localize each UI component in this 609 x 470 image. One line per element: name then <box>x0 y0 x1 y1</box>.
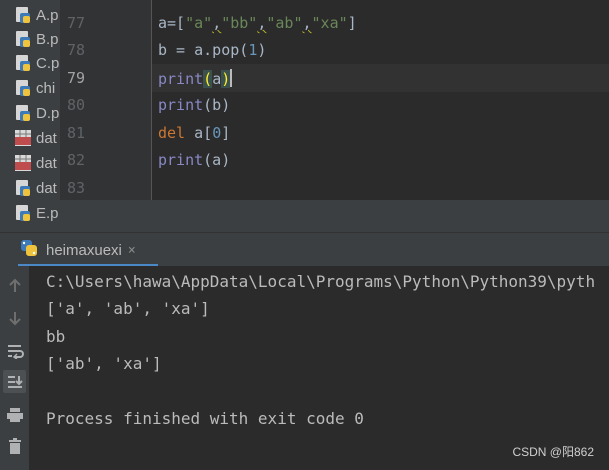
console-line: bb <box>46 327 66 346</box>
code-line-77[interactable]: a=["a","bb","ab","xa"] <box>158 14 357 32</box>
run-tab[interactable]: heimaxuexi × <box>20 233 136 267</box>
line-number-current: 79 <box>67 69 86 87</box>
string-literal: "xa" <box>311 14 348 32</box>
line-number: 80 <box>67 96 86 114</box>
tree-item[interactable]: C.p <box>14 53 60 73</box>
console-line: ['ab', 'xa'] <box>46 354 162 373</box>
line-number: 82 <box>67 151 86 169</box>
code-editor[interactable]: a=["a","bb","ab","xa"] b = a.pop(1) prin… <box>152 0 609 200</box>
code-token: (a) <box>203 151 231 169</box>
code-token: ) <box>257 41 267 59</box>
comma-warning: , <box>212 14 222 32</box>
console-output[interactable]: C:\Users\hawa\AppData\Local\Programs\Pyt… <box>29 266 609 470</box>
tree-item[interactable]: B.p <box>14 29 60 49</box>
soft-wrap-icon[interactable] <box>4 340 25 361</box>
number-literal: 0 <box>212 124 222 142</box>
code-line-79[interactable]: print(a) <box>158 69 233 88</box>
tree-item-label: D.p <box>36 104 60 122</box>
string-literal: "a" <box>185 14 213 32</box>
close-icon[interactable]: × <box>128 243 136 258</box>
editor-gutter: 77 78 79 80 81 82 83 <box>60 0 152 200</box>
python-file-icon <box>14 104 32 122</box>
tree-item-label: chi <box>36 79 56 97</box>
code-line-78[interactable]: b = a.pop(1) <box>158 41 266 59</box>
print-icon[interactable] <box>4 404 25 425</box>
python-run-icon <box>20 239 38 261</box>
console-exit-message: Process finished with exit code 0 <box>46 409 364 428</box>
tree-item-label: A.p <box>36 6 59 24</box>
tree-item-label: dat <box>36 154 57 172</box>
project-tree: A.p B.p C.p chi D.p dat dat dat E.p <box>0 0 60 232</box>
down-arrow-icon[interactable] <box>4 307 25 328</box>
string-literal: "bb" <box>221 14 258 32</box>
console-line: C:\Users\hawa\AppData\Local\Programs\Pyt… <box>46 272 596 291</box>
tree-item[interactable]: dat <box>14 128 60 148</box>
watermark: CSDN @阳862 <box>512 445 594 459</box>
line-number: 81 <box>67 124 86 142</box>
code-token: a[ <box>185 124 213 142</box>
code-token: a=[ <box>158 14 186 32</box>
builtin-keyword: print <box>158 151 204 169</box>
line-number: 77 <box>67 14 86 32</box>
python-file-icon <box>14 54 32 72</box>
python-file-icon <box>14 30 32 48</box>
code-line-82[interactable]: print(a) <box>158 151 230 169</box>
run-tool-window-header: heimaxuexi × <box>0 232 609 267</box>
matched-brace: ( <box>203 70 213 88</box>
code-token: a <box>212 70 222 88</box>
tree-item[interactable]: E.p <box>14 203 60 223</box>
tree-item-label: dat <box>36 179 57 197</box>
csv-file-icon <box>14 129 32 147</box>
python-file-icon <box>14 79 32 97</box>
tree-item[interactable]: A.p <box>14 5 60 25</box>
tree-item[interactable]: chi <box>14 78 60 98</box>
tree-item-label: E.p <box>36 204 59 222</box>
up-arrow-icon[interactable] <box>4 275 25 296</box>
builtin-keyword: print <box>158 96 204 114</box>
string-literal: "ab" <box>266 14 303 32</box>
code-token: b = a.pop( <box>158 41 249 59</box>
editor-scroll-area <box>60 200 609 232</box>
tree-item-label: B.p <box>36 30 59 48</box>
console-toolbar <box>0 266 29 470</box>
scroll-to-end-icon[interactable] <box>3 370 26 393</box>
code-token: ] <box>221 124 231 142</box>
line-number: 83 <box>67 179 86 197</box>
tree-item-label: C.p <box>36 54 60 72</box>
trash-icon[interactable] <box>4 436 25 457</box>
number-literal: 1 <box>248 41 258 59</box>
code-line-80[interactable]: print(b) <box>158 96 230 114</box>
python-file-icon <box>14 6 32 24</box>
tree-item[interactable]: dat <box>14 178 60 198</box>
code-token: ] <box>347 14 357 32</box>
tree-item[interactable]: D.p <box>14 103 60 123</box>
matched-brace: ) <box>221 70 231 88</box>
console-line: ['a', 'ab', 'xa'] <box>46 299 210 318</box>
comma-warning: , <box>302 14 312 32</box>
builtin-keyword: print <box>158 70 204 88</box>
csv-file-icon <box>14 154 32 172</box>
run-tab-label: heimaxuexi <box>46 241 122 259</box>
code-line-81[interactable]: del a[0] <box>158 124 230 142</box>
python-file-icon <box>14 179 32 197</box>
keyword: del <box>158 124 186 142</box>
text-caret <box>230 69 233 87</box>
code-token: (b) <box>203 96 231 114</box>
tree-item-label: dat <box>36 129 57 147</box>
tree-item[interactable]: dat <box>14 153 60 173</box>
python-file-icon <box>14 204 32 222</box>
line-number: 78 <box>67 41 86 59</box>
